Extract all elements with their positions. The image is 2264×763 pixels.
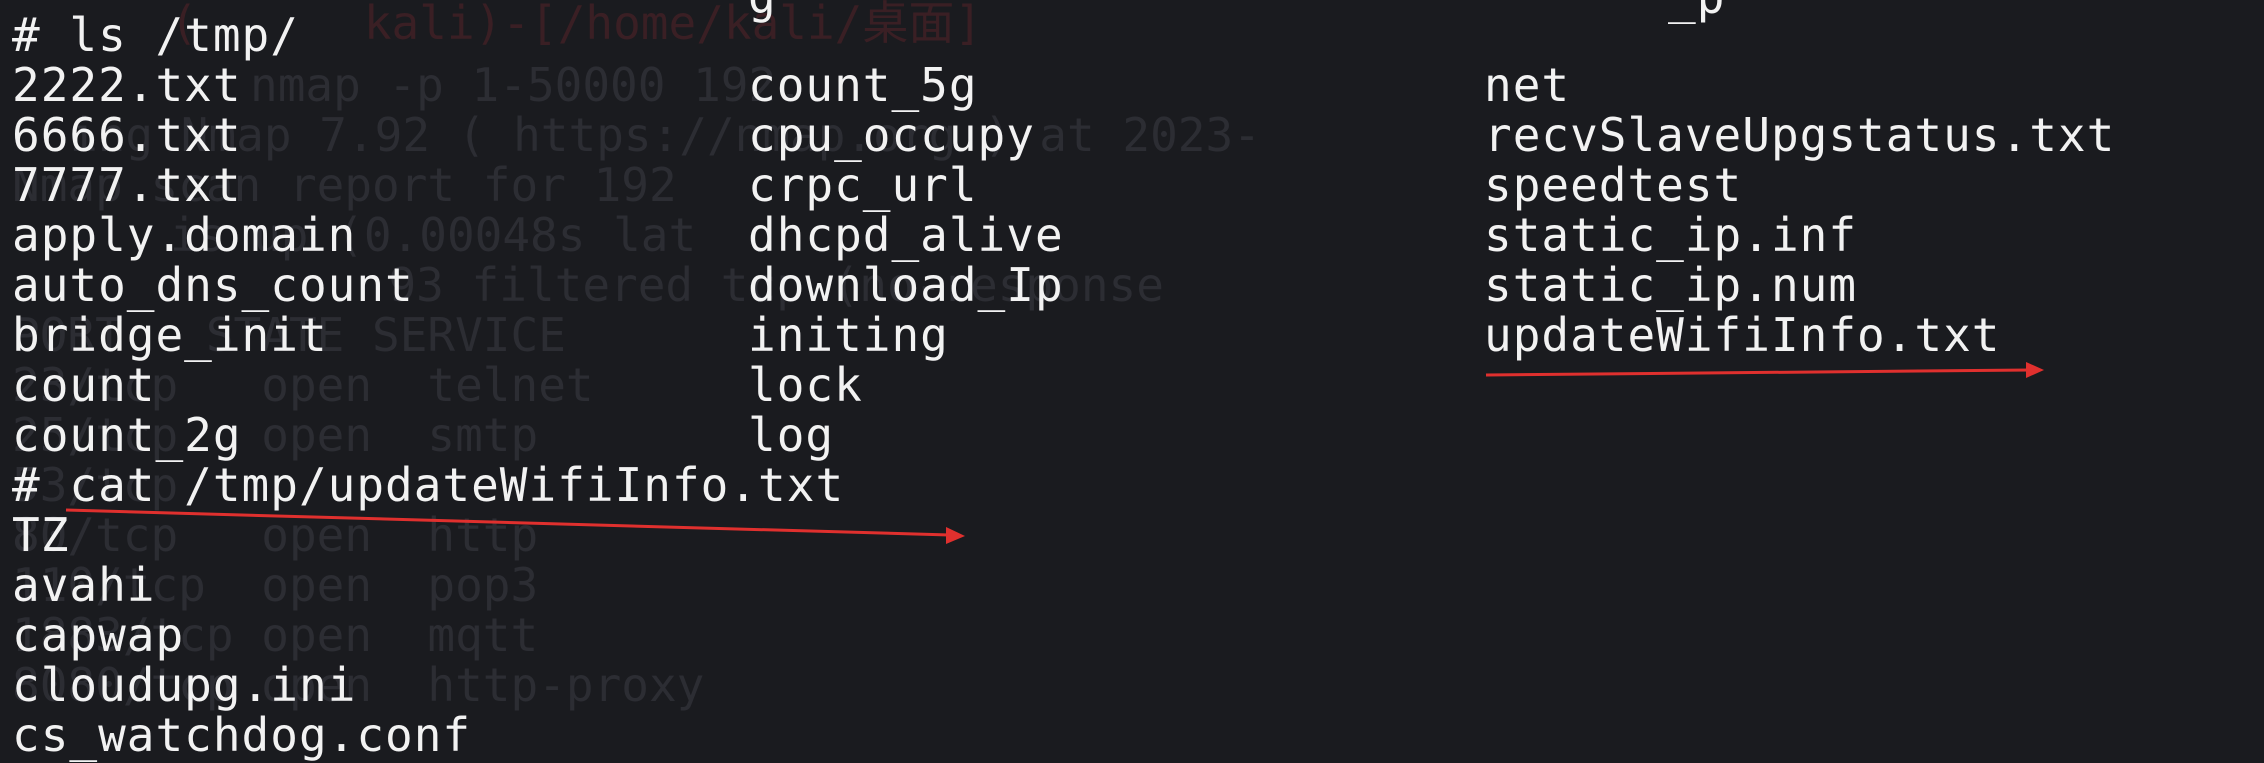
terminal-window[interactable]: ( kali)-[/home/kali/桌面] nmap -p 1-50000 … <box>0 0 2264 763</box>
cat-output-line: capwap <box>12 608 185 662</box>
cat-output-line: avahi <box>12 558 156 612</box>
ls-entry: 2222.txt <box>12 58 242 112</box>
cat-output-line: cloudupg.ini <box>12 658 357 712</box>
ls-entry: static_ip.num <box>1484 258 1858 312</box>
terminal-output: g _p # ls /tmp/ 2222.txt 6666.txt 7777.t… <box>0 0 2264 763</box>
ls-entry: bridge_init <box>12 308 328 362</box>
command-ls: # ls /tmp/ <box>12 8 299 62</box>
ls-entry-highlighted: updateWifiInfo.txt <box>1484 308 2001 362</box>
partial-top-text: _p <box>1668 0 1725 22</box>
ls-entry: static_ip.inf <box>1484 208 1858 262</box>
ls-entry: log <box>748 408 835 462</box>
ls-entry: initing <box>748 308 949 362</box>
command-cat: # cat /tmp/updateWifiInfo.txt <box>12 458 845 512</box>
cat-output-line: cs_watchdog.conf <box>12 708 472 762</box>
partial-top-text: g <box>748 0 777 22</box>
ls-entry: crpc_url <box>748 158 978 212</box>
ls-entry: lock <box>748 358 863 412</box>
ls-entry: download_Ip <box>748 258 1064 312</box>
ls-entry: count_5g <box>748 58 978 112</box>
ls-entry: count <box>12 358 156 412</box>
ls-entry: auto_dns_count <box>12 258 414 312</box>
ls-entry: dhcpd_alive <box>748 208 1064 262</box>
ls-entry: apply.domain <box>12 208 357 262</box>
ls-entry: speedtest <box>1484 158 1743 212</box>
ls-entry: 6666.txt <box>12 108 242 162</box>
ls-entry: 7777.txt <box>12 158 242 212</box>
ls-entry: recvSlaveUpgstatus.txt <box>1484 108 2116 162</box>
ls-entry: count_2g <box>12 408 242 462</box>
ls-entry: cpu_occupy <box>748 108 1035 162</box>
cat-output-line: TZ <box>12 508 70 562</box>
ls-entry: net <box>1484 58 1571 112</box>
